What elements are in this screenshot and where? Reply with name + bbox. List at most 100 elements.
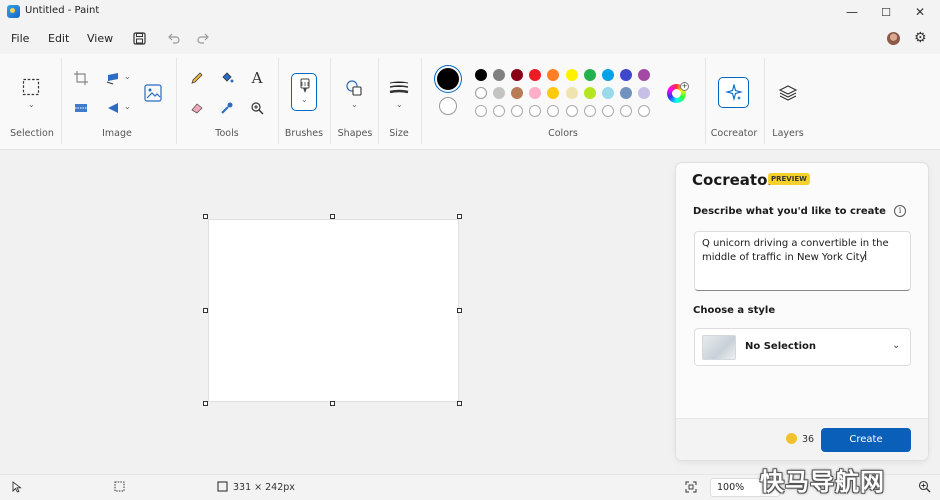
shapes-icon[interactable] [343, 77, 365, 99]
close-button[interactable]: ✕ [903, 0, 937, 24]
color-swatch[interactable] [637, 87, 650, 99]
drawing-canvas[interactable] [208, 219, 459, 402]
style-label: Choose a style [693, 305, 776, 316]
selection-size-icon [114, 481, 125, 495]
color-swatch[interactable] [583, 69, 596, 81]
ribbon-divider [705, 58, 706, 144]
eraser-icon[interactable] [186, 97, 208, 119]
color-swatch[interactable] [475, 87, 487, 99]
window-title: Untitled - Paint [25, 5, 100, 16]
selection-chevron-icon[interactable]: ⌄ [28, 100, 35, 109]
resize-handle[interactable] [330, 214, 335, 219]
color-swatch[interactable] [637, 69, 650, 81]
ribbon-divider [278, 58, 279, 144]
flip-rotate-icon[interactable] [102, 97, 124, 119]
color-swatch[interactable] [493, 87, 506, 99]
color-swatch[interactable] [619, 105, 632, 117]
color-swatch[interactable] [475, 69, 487, 81]
canvas-size-icon [217, 481, 228, 495]
stroke-size-icon[interactable] [388, 77, 410, 99]
pencil-icon[interactable] [186, 67, 208, 89]
image-resize-icon[interactable] [142, 82, 164, 104]
style-dropdown[interactable]: No Selection ⌄ [694, 328, 911, 366]
ribbon-divider [764, 58, 765, 144]
color-swatch[interactable] [601, 105, 614, 117]
add-color-icon[interactable]: + [680, 82, 689, 91]
color-swatch[interactable] [583, 105, 596, 117]
magnifier-icon[interactable] [246, 97, 268, 119]
pointer-icon [12, 481, 22, 496]
color-swatch[interactable] [565, 69, 578, 81]
ribbon-divider [330, 58, 331, 144]
sparkle-icon [724, 83, 743, 101]
shapes-chevron-icon[interactable]: ⌄ [351, 100, 358, 109]
credits-count: 36 [802, 434, 815, 445]
redo-icon[interactable] [195, 30, 211, 46]
resize-handle[interactable] [203, 214, 208, 219]
preview-badge: PREVIEW [768, 173, 810, 185]
prompt-label: Describe what you'd like to create [693, 206, 886, 217]
zoom-in-icon[interactable] [918, 480, 931, 496]
resize-handle[interactable] [330, 401, 335, 406]
color-swatch[interactable] [601, 69, 614, 81]
color-swatch[interactable] [493, 69, 506, 81]
fill-bucket-icon[interactable] [216, 67, 238, 89]
color-swatch[interactable] [565, 105, 578, 117]
chevron-down-icon: ⌄ [892, 340, 901, 351]
color-swatch[interactable] [583, 87, 596, 99]
paint-app-icon [7, 5, 20, 18]
resize-chevron-icon[interactable]: ⌄ [124, 72, 131, 81]
create-button[interactable]: Create [821, 428, 911, 452]
maximize-button[interactable]: ☐ [869, 0, 903, 24]
info-icon[interactable]: i [894, 205, 906, 217]
color-swatch[interactable] [565, 87, 578, 99]
prompt-textarea[interactable]: Q unicorn driving a convertible in the m… [694, 231, 911, 291]
select-all-icon[interactable] [70, 97, 92, 119]
resize-handle[interactable] [203, 308, 208, 313]
group-label-tools: Tools [215, 128, 239, 139]
save-icon[interactable] [131, 30, 147, 46]
color-swatch[interactable] [619, 69, 632, 81]
cocreator-panel: Cocreator PREVIEW Describe what you'd li… [675, 162, 929, 461]
menu-view[interactable]: View [87, 32, 113, 45]
color-swatch[interactable] [637, 105, 650, 117]
account-avatar[interactable] [887, 32, 900, 45]
rotate-chevron-icon[interactable]: ⌄ [124, 102, 131, 111]
group-label-shapes: Shapes [337, 128, 373, 139]
cocreator-button[interactable] [718, 77, 749, 108]
fit-to-window-icon[interactable] [685, 481, 697, 496]
menu-edit[interactable]: Edit [48, 32, 69, 45]
secondary-color-swatch[interactable] [439, 97, 457, 115]
resize-handle[interactable] [203, 401, 208, 406]
watermark-text: 快马导航网 [760, 468, 885, 496]
brushes-button[interactable]: ⌄ [291, 73, 317, 111]
resize-handle[interactable] [457, 401, 462, 406]
color-swatch[interactable] [475, 105, 487, 117]
style-thumbnail [702, 335, 736, 360]
color-swatch[interactable] [619, 87, 632, 99]
ribbon-divider [61, 58, 62, 144]
menu-bar: File Edit View [0, 24, 940, 54]
resize-icon[interactable] [102, 67, 124, 89]
style-value: No Selection [745, 341, 817, 352]
resize-handle[interactable] [457, 308, 462, 313]
canvas-size-text: 331 × 242px [233, 482, 295, 493]
primary-color-swatch[interactable] [437, 68, 459, 90]
text-cursor-icon: I [864, 249, 868, 262]
group-label-image: Image [102, 128, 132, 139]
settings-gear-icon[interactable]: ⚙ [914, 30, 927, 46]
text-tool-icon[interactable]: A [246, 67, 268, 89]
crop-icon[interactable] [70, 67, 92, 89]
group-label-layers: Layers [772, 128, 804, 139]
layers-icon[interactable] [777, 82, 799, 104]
color-swatch[interactable] [601, 87, 614, 99]
color-swatch[interactable] [493, 105, 506, 117]
size-chevron-icon[interactable]: ⌄ [396, 100, 403, 109]
minimize-button[interactable]: — [835, 0, 869, 24]
color-picker-icon[interactable] [216, 97, 238, 119]
rectangle-select-icon[interactable] [20, 76, 42, 98]
menu-file[interactable]: File [11, 32, 29, 45]
resize-handle[interactable] [457, 214, 462, 219]
ribbon-divider [176, 58, 177, 144]
undo-icon[interactable] [165, 30, 181, 46]
